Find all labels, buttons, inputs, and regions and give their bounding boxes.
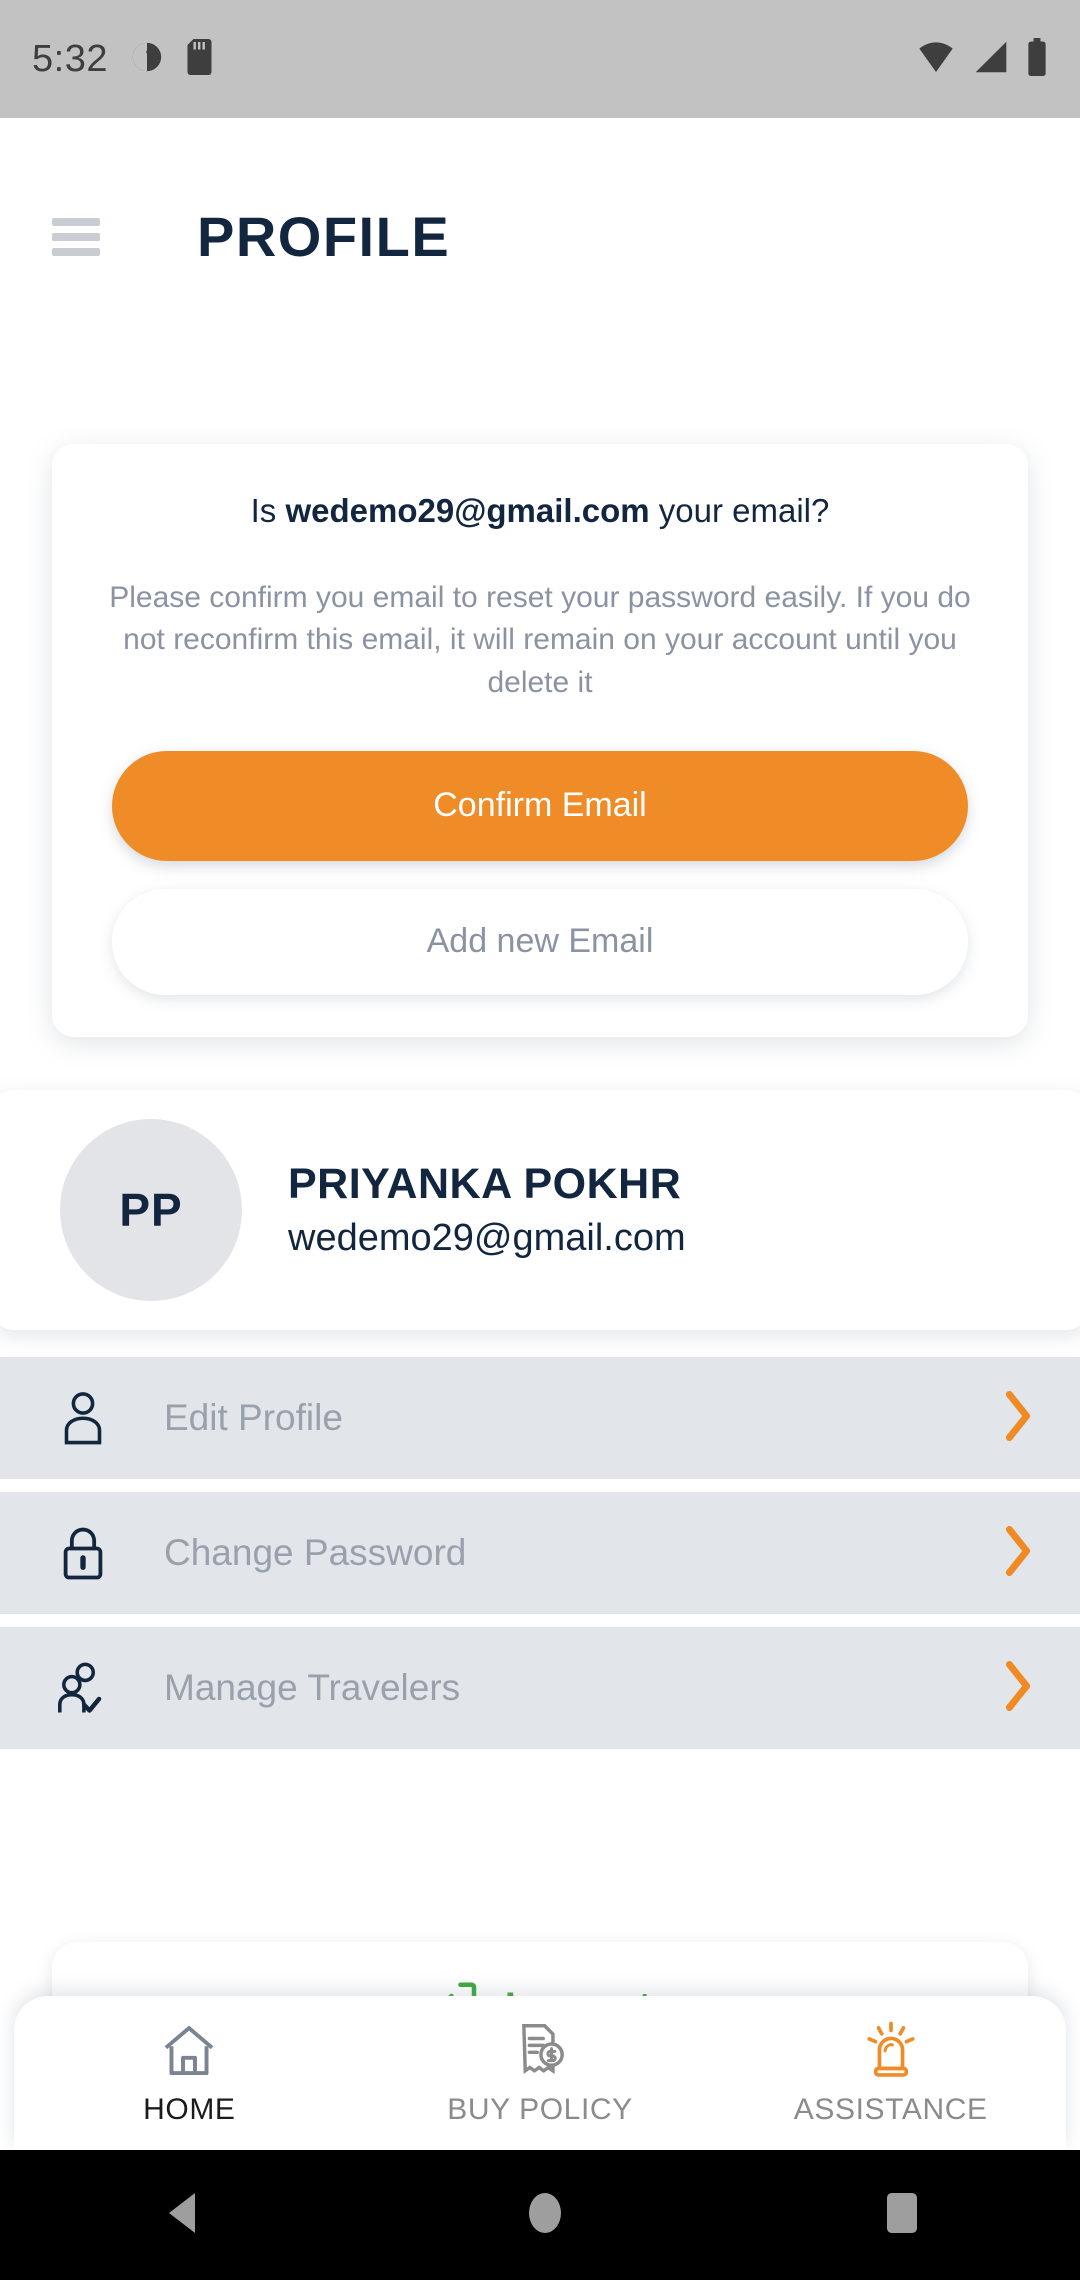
menu-item-edit-profile[interactable]: Edit Profile: [0, 1357, 1080, 1479]
nav-item-assistance[interactable]: ASSISTANCE: [715, 2020, 1066, 2127]
profile-summary-card: PP PRIYANKA POKHR wedemo29@gmail.com: [0, 1090, 1080, 1330]
manage-travelers-icon: [52, 1657, 114, 1719]
email-description: Please confirm you email to reset your p…: [109, 580, 971, 700]
hamburger-bar-1: [52, 218, 100, 226]
status-bar-left: 5:32: [32, 38, 216, 81]
page-title: PROFILE: [197, 205, 451, 268]
email-question-suffix: your email?: [649, 492, 830, 529]
avatar-initials: PP: [119, 1184, 183, 1236]
profile-screen: 5:32 PROFILE Is wedemo29@gmail.com your …: [0, 0, 1080, 2280]
signal-icon: [972, 40, 1010, 79]
menu-item-manage-travelers[interactable]: Manage Travelers: [0, 1627, 1080, 1749]
nav-item-buy-policy[interactable]: BUY POLICY: [365, 2020, 716, 2127]
chevron-right-icon: [1002, 1523, 1034, 1584]
home-icon: [158, 2020, 220, 2085]
bottom-navigation: HOME BUY POLICY ASSISTANCE: [14, 1996, 1066, 2150]
chevron-right-icon: [1002, 1388, 1034, 1449]
profile-menu-list: Edit Profile Change Password Manage Trav…: [0, 1357, 1080, 1762]
battery-icon: [1026, 37, 1048, 81]
lock-icon: [52, 1522, 114, 1584]
profile-name: PRIYANKA POKHR: [288, 1160, 682, 1208]
profile-email: wedemo29@gmail.com: [288, 1217, 686, 1259]
hamburger-bar-2: [52, 233, 100, 241]
status-bar: 5:32: [0, 0, 1080, 118]
wifi-icon: [916, 40, 956, 79]
home-circle-icon[interactable]: [527, 2190, 563, 2241]
policy-invoice-icon: [509, 2020, 571, 2085]
nav-item-home[interactable]: HOME: [14, 2020, 365, 2127]
recents-square-icon[interactable]: [885, 2191, 919, 2240]
email-question-prefix: Is: [250, 492, 286, 529]
menu-item-label: Change Password: [164, 1532, 467, 1573]
profile-text-block: PRIYANKA POKHR wedemo29@gmail.com: [288, 1160, 686, 1260]
do-not-disturb-icon: [130, 40, 164, 79]
nav-item-label: BUY POLICY: [447, 2092, 633, 2126]
back-triangle-icon[interactable]: [161, 2190, 205, 2241]
siren-icon: [860, 2020, 922, 2085]
status-bar-right: [916, 37, 1048, 81]
email-question-address: wedemo29@gmail.com: [285, 492, 650, 529]
user-icon: [52, 1387, 114, 1449]
app-header: PROFILE: [0, 118, 1080, 328]
menu-item-label: Manage Travelers: [164, 1667, 461, 1708]
avatar: PP: [60, 1119, 242, 1301]
menu-item-label: Edit Profile: [164, 1397, 343, 1438]
confirm-email-button[interactable]: Confirm Email: [112, 750, 968, 861]
hamburger-menu-icon[interactable]: [52, 218, 100, 256]
chevron-right-icon: [1002, 1658, 1034, 1719]
nav-item-label: ASSISTANCE: [793, 2092, 988, 2126]
nav-item-label: HOME: [143, 2092, 236, 2126]
email-confirm-card: Is wedemo29@gmail.com your email? Please…: [52, 444, 1028, 1037]
add-new-email-button[interactable]: Add new Email: [112, 888, 968, 995]
email-question: Is wedemo29@gmail.com your email?: [92, 490, 988, 533]
hamburger-bar-3: [52, 248, 100, 256]
menu-item-change-password[interactable]: Change Password: [0, 1492, 1080, 1614]
android-navigation-bar: [0, 2150, 1080, 2280]
sd-card-icon: [186, 38, 216, 80]
status-time: 5:32: [32, 37, 108, 80]
